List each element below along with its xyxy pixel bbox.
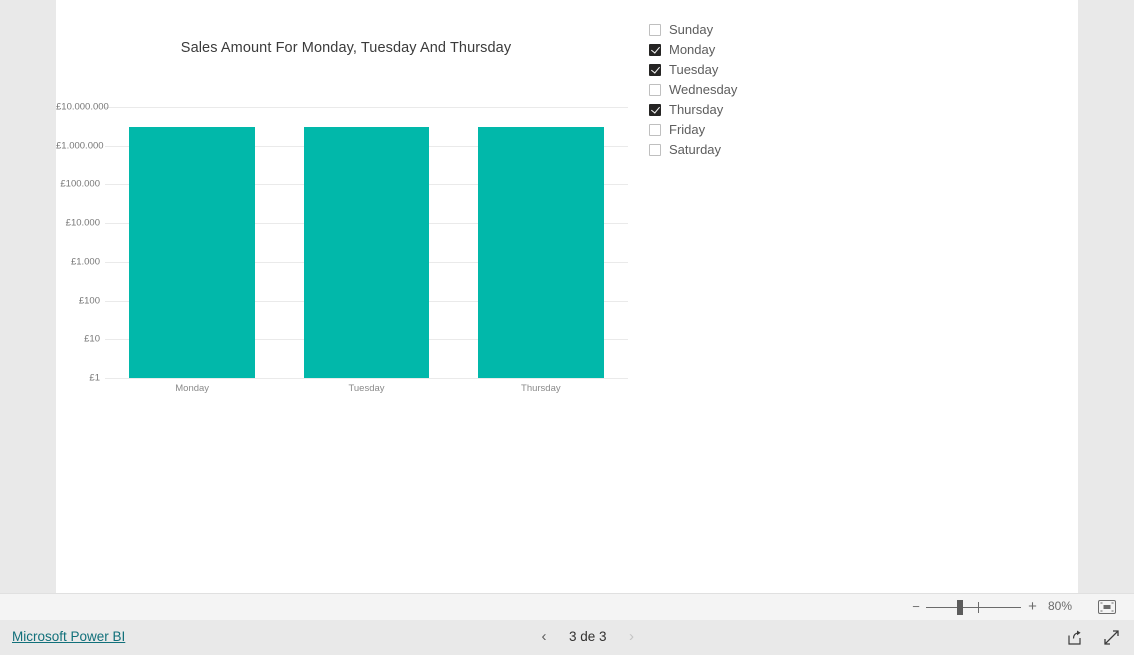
power-bi-report-viewer: Sales Amount For Monday, Tuesday And Thu… — [0, 0, 1134, 655]
y-axis-tick-label: £1 — [89, 372, 100, 384]
chart-plot-area: £10.000.000 £1.000.000 £100.000 £10.000 £1.0… — [56, 0, 656, 420]
checked-checkbox-icon[interactable] — [649, 64, 661, 76]
slicer-item-friday[interactable]: Friday — [649, 120, 869, 140]
slicer-item-label: Wednesday — [669, 82, 738, 97]
slicer-item-label: Monday — [669, 42, 716, 57]
checked-checkbox-icon[interactable] — [649, 104, 661, 116]
y-axis-tick-label: £100.000 — [60, 178, 100, 190]
fullscreen-icon[interactable] — [1103, 629, 1120, 646]
slicer-item-label: Saturday — [669, 142, 722, 157]
report-canvas[interactable]: Sales Amount For Monday, Tuesday And Thu… — [56, 0, 1078, 593]
y-axis-tick-label: £10.000 — [65, 217, 100, 229]
share-icon[interactable] — [1066, 629, 1083, 646]
previous-page-button[interactable]: ‹ — [533, 627, 555, 647]
y-axis-tick-label: £100 — [78, 295, 100, 307]
unchecked-checkbox-icon[interactable] — [649, 144, 661, 156]
slicer-item-saturday[interactable]: Saturday — [649, 140, 869, 160]
y-axis-tick-label: £10 — [84, 333, 100, 345]
zoom-level-label: 80% — [1048, 599, 1073, 613]
chart-bar[interactable] — [129, 127, 255, 378]
zoom-in-button[interactable]: + — [1026, 599, 1039, 615]
checked-checkbox-icon[interactable] — [649, 44, 661, 56]
page-indicator-label: 3 de 3 — [569, 629, 607, 644]
slicer-item-monday[interactable]: Monday — [649, 40, 869, 60]
next-page-button[interactable]: › — [621, 627, 643, 647]
zoom-toolbar: − + 80% — [0, 593, 1134, 622]
zoom-out-button[interactable]: − — [910, 600, 922, 614]
x-axis-tick-label: Monday — [175, 383, 210, 394]
zoom-slider-track[interactable] — [926, 607, 1021, 608]
slicer-item-thursday[interactable]: Thursday — [649, 100, 869, 120]
report-footer: Microsoft Power BI ‹ 3 de 3 › — [0, 620, 1134, 655]
slicer-item-tuesday[interactable]: Tuesday — [649, 60, 869, 80]
y-gridline — [105, 107, 628, 108]
slicer-item-label: Friday — [669, 122, 706, 137]
page-navigation: ‹ 3 de 3 › — [533, 627, 643, 647]
zoom-slider-tick — [978, 602, 979, 613]
x-axis-tick-label: Tuesday — [348, 383, 385, 394]
unchecked-checkbox-icon[interactable] — [649, 84, 661, 96]
y-axis-tick-label: £10.000.000 — [56, 101, 109, 113]
unchecked-checkbox-icon[interactable] — [649, 24, 661, 36]
power-bi-brand-link[interactable]: Microsoft Power BI — [12, 629, 125, 644]
report-viewport: Sales Amount For Monday, Tuesday And Thu… — [0, 0, 1134, 593]
y-gridline — [105, 378, 628, 379]
footer-actions — [1066, 629, 1120, 646]
unchecked-checkbox-icon[interactable] — [649, 124, 661, 136]
slicer-item-wednesday[interactable]: Wednesday — [649, 80, 869, 100]
sales-amount-column-chart[interactable]: Sales Amount For Monday, Tuesday And Thu… — [56, 0, 656, 420]
zoom-slider-thumb[interactable] — [957, 600, 963, 615]
chart-bar[interactable] — [303, 127, 430, 378]
slicer-item-label: Sunday — [669, 22, 714, 37]
day-of-week-slicer[interactable]: Sunday Monday Tuesday Wednesday Thursday Frid… — [649, 20, 869, 160]
slicer-item-label: Thursday — [669, 102, 724, 117]
y-axis-tick-label: £1.000.000 — [56, 140, 104, 152]
y-axis-tick-label: £1.000 — [70, 256, 100, 268]
fit-to-page-icon[interactable] — [1098, 600, 1116, 614]
x-axis-tick-label: Thursday — [521, 383, 561, 394]
slicer-item-sunday[interactable]: Sunday — [649, 20, 869, 40]
slicer-item-label: Tuesday — [669, 62, 719, 77]
chart-bar[interactable] — [478, 127, 604, 378]
